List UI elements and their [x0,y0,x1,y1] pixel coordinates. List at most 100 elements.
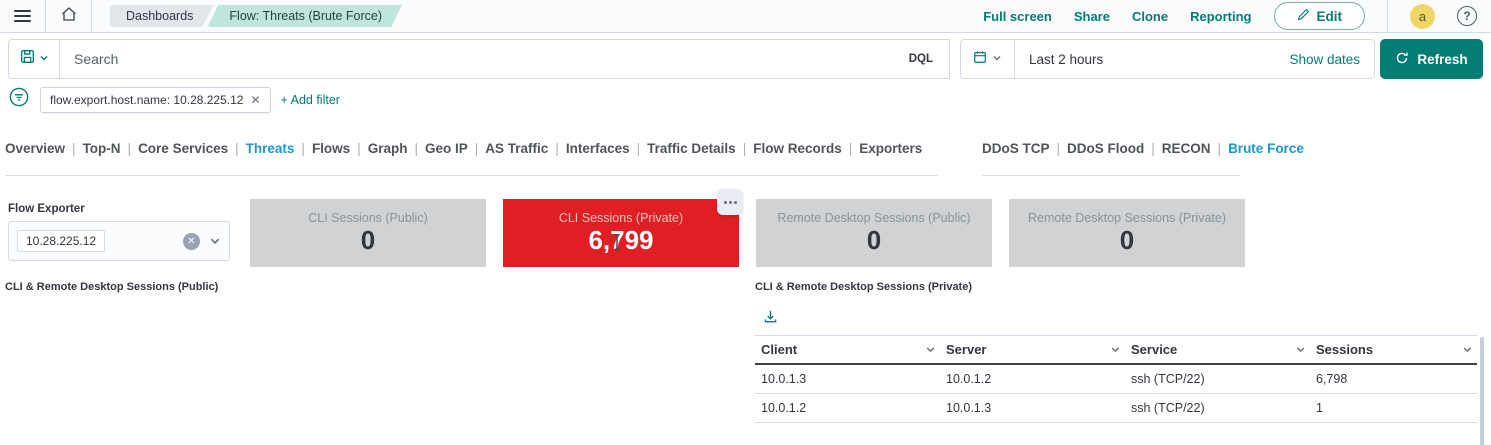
reporting-link[interactable]: Reporting [1190,9,1251,24]
metric-card-remote-desktop-sessions-private[interactable]: Remote Desktop Sessions (Private)0 [1009,199,1245,267]
cell-client: 10.0.1.2 [755,394,940,423]
table-header-row: Client Server Service Sessions [755,336,1477,365]
chevron-down-icon[interactable] [1295,344,1306,355]
tab-brute-force[interactable]: Brute Force [1228,141,1304,156]
tab-exporters[interactable]: Exporters [859,141,922,156]
tab-ddos-flood[interactable]: DDoS Flood [1067,141,1144,156]
metric-value: 0 [867,227,881,254]
clear-selection-icon[interactable]: ✕ [183,233,200,250]
chevron-down-icon [992,50,1002,68]
metric-label: CLI Sessions (Public) [308,211,428,225]
help-icon[interactable]: ? [1457,6,1477,26]
tab-threats[interactable]: Threats [246,141,295,156]
column-header-service[interactable]: Service [1125,336,1310,365]
user-avatar[interactable]: a [1410,4,1435,29]
download-icon[interactable] [763,309,778,329]
column-header-server[interactable]: Server [940,336,1125,365]
column-label: Service [1131,342,1177,357]
tabs-divider-left [5,175,938,176]
dashboard-nav-tabs: Overview | Top-N | Core Services | Threats | Flo… [5,141,922,156]
edit-button[interactable]: Edit [1274,2,1366,30]
share-link[interactable]: Share [1074,9,1110,24]
cell-server: 10.0.1.2 [940,364,1125,394]
breadcrumb-current-dashboard[interactable]: Flow: Threats (Brute Force) [207,5,402,28]
pencil-icon [1297,8,1310,24]
time-range-value[interactable]: Last 2 hours [1015,52,1103,67]
remove-filter-icon[interactable]: ✕ [250,93,260,107]
metric-card-cli-sessions-public[interactable]: CLI Sessions (Public) 0 [250,199,486,267]
metric-cards-row: CLI Sessions (Public)0CLI Sessions (Priv… [250,199,1245,267]
tab-interfaces[interactable]: Interfaces [566,141,630,156]
chevron-down-icon[interactable] [1110,344,1121,355]
tab-separator: | [128,141,132,156]
tab-recon[interactable]: RECON [1162,141,1211,156]
query-language-button[interactable]: DQL [903,53,939,65]
chevron-down-icon [39,50,49,68]
topbar-actions: Full screen Share Clone Reporting Edit a… [983,0,1491,33]
tab-separator: | [743,141,747,156]
filter-bar: flow.export.host.name: 10.28.225.12 ✕ + … [0,84,1491,123]
tab-separator: | [301,141,305,156]
tab-flows[interactable]: Flows [312,141,350,156]
tab-top-n[interactable]: Top-N [83,141,121,156]
flow-exporter-combobox[interactable]: 10.28.225.12 ✕ [8,221,230,261]
column-header-client[interactable]: Client [755,336,940,365]
tab-ddos-tcp[interactable]: DDoS TCP [982,141,1050,156]
search-box: DQL [60,39,950,79]
chevron-down-icon[interactable] [925,344,936,355]
tab-as-traffic[interactable]: AS Traffic [485,141,548,156]
date-quick-select-button[interactable] [961,40,1015,78]
vertical-scrollbar[interactable] [1480,337,1484,445]
chevron-down-icon[interactable] [1462,344,1473,355]
flow-exporter-selected-value[interactable]: 10.28.225.12 [17,230,105,252]
tab-separator: | [555,141,559,156]
table-row: 10.0.1.210.0.1.3ssh (TCP/22)1 [755,394,1477,423]
full-screen-link[interactable]: Full screen [983,9,1052,24]
tab-separator: | [1057,141,1061,156]
column-header-sessions[interactable]: Sessions [1310,336,1477,365]
threats-subtabs: DDoS TCP|DDoS Flood|RECON|Brute Force [982,141,1304,156]
cell-service: ssh (TCP/22) [1125,394,1310,423]
refresh-button[interactable]: Refresh [1380,39,1483,79]
tab-overview[interactable]: Overview [5,141,65,156]
breadcrumb-dashboards[interactable]: Dashboards [110,5,213,28]
filter-pill-label: flow.export.host.name: 10.28.225.12 [50,93,243,107]
cell-sessions: 6,798 [1310,364,1477,394]
tab-separator: | [849,141,853,156]
cell-service: ssh (TCP/22) [1125,364,1310,394]
sessions-table: Client Server Service Sessions 10.0.1.310.0… [755,335,1477,423]
private-sessions-panel-title: CLI & Remote Desktop Sessions (Private) [755,281,972,293]
column-label: Server [946,342,986,357]
home-button[interactable] [46,0,92,33]
metric-label: Remote Desktop Sessions (Private) [1028,211,1226,225]
tab-traffic-details[interactable]: Traffic Details [647,141,736,156]
metric-label: Remote Desktop Sessions (Public) [777,211,970,225]
table-row: 10.0.1.310.0.1.2ssh (TCP/22)6,798 [755,364,1477,394]
menu-button[interactable] [0,0,46,33]
calendar-icon [973,50,987,69]
search-input[interactable] [74,51,903,67]
panel-options-button[interactable] [717,189,743,215]
filter-circle-icon[interactable] [8,86,30,113]
public-sessions-panel-title: CLI & Remote Desktop Sessions (Public) [5,281,218,293]
tab-separator: | [414,141,418,156]
save-icon [20,49,35,69]
tab-geo-ip[interactable]: Geo IP [425,141,468,156]
topbar-divider [1387,0,1388,33]
tab-flow-records[interactable]: Flow Records [753,141,842,156]
flow-exporter-label: Flow Exporter [8,203,85,215]
metric-card-remote-desktop-sessions-public[interactable]: Remote Desktop Sessions (Public) 0 [756,199,992,267]
tab-graph[interactable]: Graph [368,141,408,156]
clone-link[interactable]: Clone [1132,9,1168,24]
chevron-down-icon[interactable] [209,235,221,247]
column-label: Client [761,342,797,357]
breadcrumb: Dashboards Flow: Threats (Brute Force) [110,5,402,28]
tabs-divider-right [982,175,1240,176]
tab-separator: | [475,141,479,156]
metric-value: 0 [361,227,375,254]
tab-core-services[interactable]: Core Services [138,141,228,156]
saved-query-menu-button[interactable] [8,39,60,79]
add-filter-button[interactable]: + Add filter [281,93,340,107]
filter-pill[interactable]: flow.export.host.name: 10.28.225.12 ✕ [40,87,271,113]
show-dates-button[interactable]: Show dates [1289,52,1374,67]
